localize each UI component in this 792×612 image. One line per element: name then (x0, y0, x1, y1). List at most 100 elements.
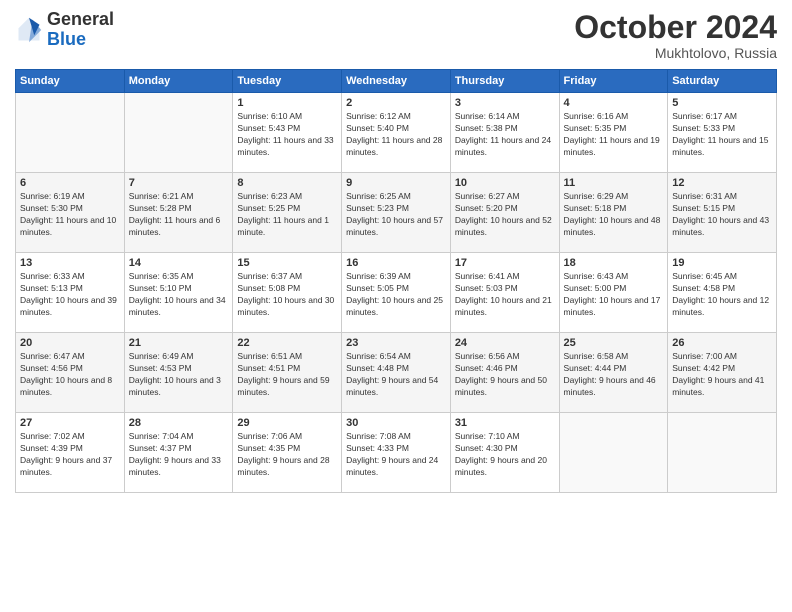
day-info: Sunrise: 6:45 AM Sunset: 4:58 PM Dayligh… (672, 271, 772, 319)
sunrise-text: Sunrise: 6:19 AM (20, 191, 85, 201)
sunrise-text: Sunrise: 6:14 AM (455, 111, 520, 121)
table-row: 7 Sunrise: 6:21 AM Sunset: 5:28 PM Dayli… (124, 173, 233, 253)
sunrise-text: Sunrise: 6:27 AM (455, 191, 520, 201)
day-number: 1 (237, 97, 337, 109)
daylight-text: Daylight: 10 hours and 8 minutes. (20, 375, 112, 397)
daylight-text: Daylight: 9 hours and 41 minutes. (672, 375, 764, 397)
col-friday: Friday (559, 70, 668, 93)
sunset-text: Sunset: 5:08 PM (237, 283, 300, 293)
day-info: Sunrise: 6:56 AM Sunset: 4:46 PM Dayligh… (455, 351, 555, 399)
day-number: 31 (455, 417, 555, 429)
table-row: 29 Sunrise: 7:06 AM Sunset: 4:35 PM Dayl… (233, 413, 342, 493)
day-number: 18 (564, 257, 664, 269)
daylight-text: Daylight: 10 hours and 25 minutes. (346, 295, 443, 317)
daylight-text: Daylight: 11 hours and 28 minutes. (346, 135, 442, 157)
day-info: Sunrise: 6:49 AM Sunset: 4:53 PM Dayligh… (129, 351, 229, 399)
col-sunday: Sunday (16, 70, 125, 93)
sunset-text: Sunset: 5:03 PM (455, 283, 518, 293)
sunrise-text: Sunrise: 6:58 AM (564, 351, 629, 361)
sunrise-text: Sunrise: 6:25 AM (346, 191, 411, 201)
day-info: Sunrise: 6:51 AM Sunset: 4:51 PM Dayligh… (237, 351, 337, 399)
day-info: Sunrise: 7:02 AM Sunset: 4:39 PM Dayligh… (20, 431, 120, 479)
calendar-week-row: 1 Sunrise: 6:10 AM Sunset: 5:43 PM Dayli… (16, 93, 777, 173)
sunrise-text: Sunrise: 6:56 AM (455, 351, 520, 361)
daylight-text: Daylight: 10 hours and 34 minutes. (129, 295, 226, 317)
day-number: 7 (129, 177, 229, 189)
calendar-week-row: 27 Sunrise: 7:02 AM Sunset: 4:39 PM Dayl… (16, 413, 777, 493)
daylight-text: Daylight: 9 hours and 37 minutes. (20, 455, 112, 477)
col-thursday: Thursday (450, 70, 559, 93)
daylight-text: Daylight: 9 hours and 54 minutes. (346, 375, 438, 397)
sunset-text: Sunset: 5:20 PM (455, 203, 518, 213)
day-number: 15 (237, 257, 337, 269)
sunrise-text: Sunrise: 6:17 AM (672, 111, 737, 121)
sunrise-text: Sunrise: 7:04 AM (129, 431, 194, 441)
daylight-text: Daylight: 10 hours and 57 minutes. (346, 215, 443, 237)
sunrise-text: Sunrise: 7:06 AM (237, 431, 302, 441)
table-row: 31 Sunrise: 7:10 AM Sunset: 4:30 PM Dayl… (450, 413, 559, 493)
sunrise-text: Sunrise: 6:10 AM (237, 111, 302, 121)
day-info: Sunrise: 7:04 AM Sunset: 4:37 PM Dayligh… (129, 431, 229, 479)
logo-icon (15, 16, 43, 44)
day-number: 20 (20, 337, 120, 349)
day-number: 16 (346, 257, 446, 269)
day-info: Sunrise: 6:16 AM Sunset: 5:35 PM Dayligh… (564, 111, 664, 159)
table-row: 22 Sunrise: 6:51 AM Sunset: 4:51 PM Dayl… (233, 333, 342, 413)
day-info: Sunrise: 6:21 AM Sunset: 5:28 PM Dayligh… (129, 191, 229, 239)
day-number: 8 (237, 177, 337, 189)
day-info: Sunrise: 6:47 AM Sunset: 4:56 PM Dayligh… (20, 351, 120, 399)
table-row: 8 Sunrise: 6:23 AM Sunset: 5:25 PM Dayli… (233, 173, 342, 253)
daylight-text: Daylight: 11 hours and 1 minute. (237, 215, 329, 237)
calendar-container: General Blue October 2024 Mukhtolovo, Ru… (0, 0, 792, 503)
sunrise-text: Sunrise: 6:43 AM (564, 271, 629, 281)
sunrise-text: Sunrise: 6:49 AM (129, 351, 194, 361)
day-info: Sunrise: 6:23 AM Sunset: 5:25 PM Dayligh… (237, 191, 337, 239)
table-row: 25 Sunrise: 6:58 AM Sunset: 4:44 PM Dayl… (559, 333, 668, 413)
daylight-text: Daylight: 10 hours and 39 minutes. (20, 295, 117, 317)
table-row: 26 Sunrise: 7:00 AM Sunset: 4:42 PM Dayl… (668, 333, 777, 413)
day-info: Sunrise: 6:43 AM Sunset: 5:00 PM Dayligh… (564, 271, 664, 319)
sunset-text: Sunset: 5:33 PM (672, 123, 735, 133)
logo-blue-text: Blue (47, 29, 86, 49)
day-number: 14 (129, 257, 229, 269)
table-row: 12 Sunrise: 6:31 AM Sunset: 5:15 PM Dayl… (668, 173, 777, 253)
sunset-text: Sunset: 5:15 PM (672, 203, 735, 213)
sunset-text: Sunset: 4:51 PM (237, 363, 300, 373)
sunset-text: Sunset: 4:48 PM (346, 363, 409, 373)
sunset-text: Sunset: 4:37 PM (129, 443, 192, 453)
day-info: Sunrise: 6:14 AM Sunset: 5:38 PM Dayligh… (455, 111, 555, 159)
sunrise-text: Sunrise: 6:37 AM (237, 271, 302, 281)
day-number: 29 (237, 417, 337, 429)
daylight-text: Daylight: 10 hours and 21 minutes. (455, 295, 552, 317)
day-info: Sunrise: 6:12 AM Sunset: 5:40 PM Dayligh… (346, 111, 446, 159)
day-number: 5 (672, 97, 772, 109)
day-number: 6 (20, 177, 120, 189)
sunrise-text: Sunrise: 7:08 AM (346, 431, 411, 441)
sunset-text: Sunset: 4:33 PM (346, 443, 409, 453)
calendar-table: Sunday Monday Tuesday Wednesday Thursday… (15, 69, 777, 493)
daylight-text: Daylight: 11 hours and 24 minutes. (455, 135, 551, 157)
calendar-week-row: 6 Sunrise: 6:19 AM Sunset: 5:30 PM Dayli… (16, 173, 777, 253)
calendar-week-row: 13 Sunrise: 6:33 AM Sunset: 5:13 PM Dayl… (16, 253, 777, 333)
col-wednesday: Wednesday (342, 70, 451, 93)
daylight-text: Daylight: 9 hours and 46 minutes. (564, 375, 656, 397)
sunset-text: Sunset: 5:00 PM (564, 283, 627, 293)
day-number: 24 (455, 337, 555, 349)
sunrise-text: Sunrise: 7:10 AM (455, 431, 520, 441)
day-number: 9 (346, 177, 446, 189)
day-number: 3 (455, 97, 555, 109)
sunset-text: Sunset: 4:58 PM (672, 283, 735, 293)
table-row: 20 Sunrise: 6:47 AM Sunset: 4:56 PM Dayl… (16, 333, 125, 413)
daylight-text: Daylight: 11 hours and 33 minutes. (237, 135, 333, 157)
table-row: 5 Sunrise: 6:17 AM Sunset: 5:33 PM Dayli… (668, 93, 777, 173)
sunrise-text: Sunrise: 6:45 AM (672, 271, 737, 281)
sunrise-text: Sunrise: 6:39 AM (346, 271, 411, 281)
daylight-text: Daylight: 10 hours and 12 minutes. (672, 295, 769, 317)
sunrise-text: Sunrise: 6:12 AM (346, 111, 411, 121)
table-row (124, 93, 233, 173)
table-row: 3 Sunrise: 6:14 AM Sunset: 5:38 PM Dayli… (450, 93, 559, 173)
daylight-text: Daylight: 11 hours and 15 minutes. (672, 135, 768, 157)
daylight-text: Daylight: 9 hours and 33 minutes. (129, 455, 221, 477)
table-row: 15 Sunrise: 6:37 AM Sunset: 5:08 PM Dayl… (233, 253, 342, 333)
sunset-text: Sunset: 5:18 PM (564, 203, 627, 213)
